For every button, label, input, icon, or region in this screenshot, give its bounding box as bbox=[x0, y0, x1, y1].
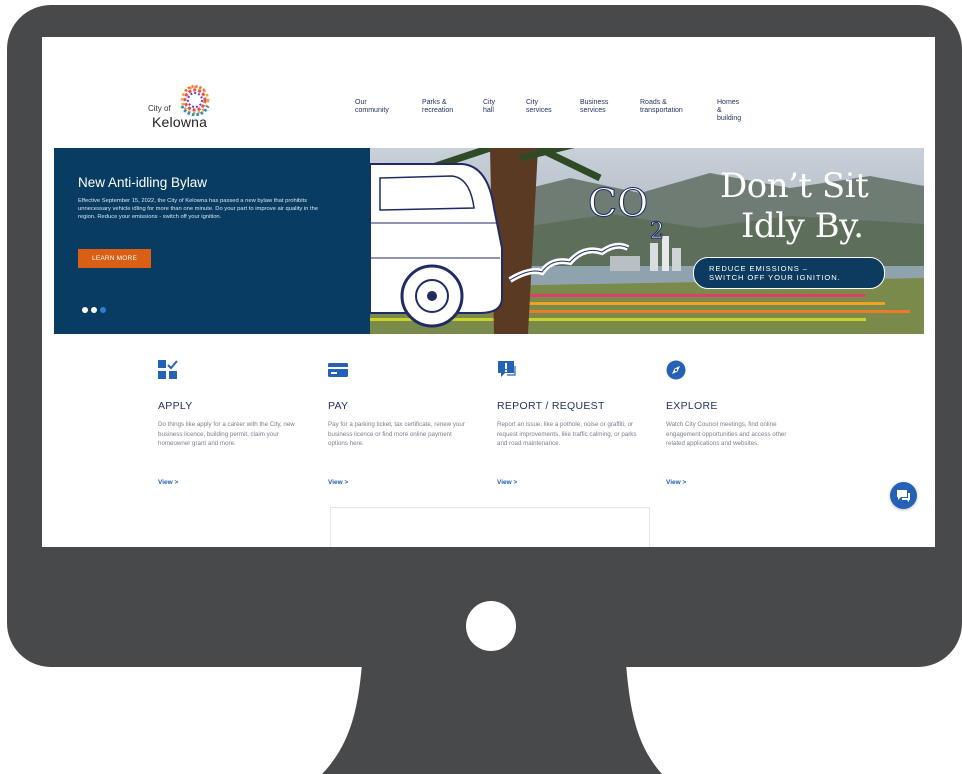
card-explore-title: EXPLORE bbox=[666, 400, 718, 412]
card-apply-title: APPLY bbox=[158, 400, 193, 412]
card-apply-view-link[interactable]: View > bbox=[158, 479, 178, 486]
nav-our-community[interactable]: Our community bbox=[355, 99, 389, 115]
carousel-dot-2[interactable] bbox=[91, 307, 97, 313]
card-pay-text: Pay for a parking ticket, tax certificat… bbox=[328, 421, 465, 447]
hero-text-panel: New Anti-idling Bylaw Effective Septembe… bbox=[54, 148, 370, 334]
hero-title: New Anti-idling Bylaw bbox=[78, 175, 208, 190]
content-box-partial bbox=[330, 507, 650, 547]
card-report-view-link[interactable]: View > bbox=[497, 479, 517, 486]
card-apply-text: Do things like apply for a career with t… bbox=[158, 421, 295, 447]
kelowna-sunburst-logo-icon bbox=[180, 85, 210, 116]
nav-city-services[interactable]: City services bbox=[526, 99, 552, 115]
nav-roads-transportation[interactable]: Roads & transportation bbox=[640, 99, 683, 115]
nav-parks-recreation[interactable]: Parks & recreation bbox=[422, 99, 453, 115]
website-screen: City of Kelowna Our community Parks & re… bbox=[42, 37, 935, 547]
co2-subscript: 2 bbox=[650, 219, 664, 244]
hero-tagline-pill: REDUCE EMISSIONS – SWITCH OFF YOUR IGNIT… bbox=[693, 257, 885, 289]
card-pay-title: PAY bbox=[328, 400, 349, 412]
compass-icon bbox=[666, 360, 686, 380]
card-explore-text: Watch City Council meetings, find online… bbox=[666, 421, 787, 447]
co2-letters: CO bbox=[588, 181, 648, 225]
payment-card-icon bbox=[328, 363, 348, 377]
card-report-text: Report an issue, like a pothole, noise o… bbox=[497, 421, 637, 447]
apply-grid-check-icon bbox=[158, 360, 178, 379]
hero-banner-image[interactable]: CO 2 Don’t Sit Idly By. REDUCE EMISSIONS… bbox=[370, 148, 924, 334]
hero-carousel: New Anti-idling Bylaw Effective Septembe… bbox=[54, 148, 924, 334]
card-explore-view-link[interactable]: View > bbox=[666, 479, 686, 486]
card-report-title: REPORT / REQUEST bbox=[497, 400, 605, 412]
hero-tagline-text: REDUCE EMISSIONS – SWITCH OFF YOUR IGNIT… bbox=[709, 264, 841, 282]
hero-headline-line-1: Don’t Sit bbox=[720, 166, 869, 206]
logo-city-of-text: City of bbox=[148, 104, 171, 113]
city-logo[interactable]: City of Kelowna bbox=[148, 84, 228, 136]
report-alert-bubble-icon bbox=[498, 361, 516, 377]
carousel-dot-1[interactable] bbox=[82, 307, 88, 313]
chat-button[interactable] bbox=[890, 482, 917, 509]
nav-business-services[interactable]: Business services bbox=[580, 99, 608, 115]
nav-homes-building[interactable]: Homes & building bbox=[717, 99, 741, 123]
hero-headline-line-2: Idly By. bbox=[741, 206, 864, 246]
card-pay-view-link[interactable]: View > bbox=[328, 479, 348, 486]
nav-city-hall[interactable]: City hall bbox=[483, 99, 495, 115]
learn-more-button[interactable]: LEARN MORE bbox=[78, 249, 151, 268]
logo-kelowna-text: Kelowna bbox=[152, 114, 208, 130]
monitor-power-button bbox=[466, 601, 516, 651]
chat-bubbles-icon bbox=[897, 490, 910, 502]
carousel-dot-3-active[interactable] bbox=[100, 307, 106, 313]
hero-description: Effective September 15, 2022, the City o… bbox=[78, 198, 319, 220]
